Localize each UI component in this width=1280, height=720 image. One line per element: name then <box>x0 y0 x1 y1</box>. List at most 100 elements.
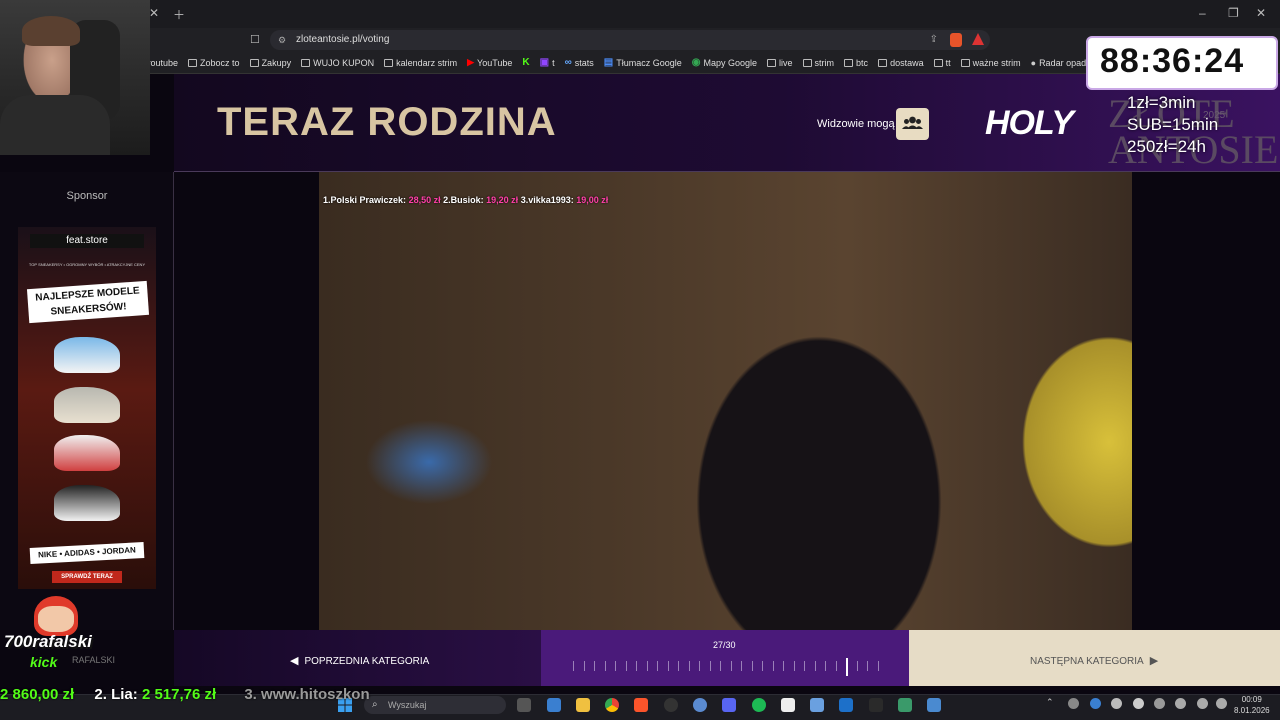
bookmark-item[interactable]: kalendarz strim <box>384 58 457 68</box>
site-settings-icon[interactable]: ⚙ <box>278 30 286 50</box>
folder-icon <box>802 58 812 67</box>
bookmark-item[interactable]: youtube <box>146 58 178 68</box>
rate-line: 250zł=24h <box>1127 137 1206 156</box>
bookmark-item[interactable]: ważne strim <box>960 58 1021 68</box>
url-field[interactable]: ⚙ zloteantosie.pl/voting ⇪ <box>270 30 990 50</box>
bookmark-item[interactable]: ● Radar opad <box>1031 58 1086 68</box>
sneaker-image <box>54 435 120 471</box>
previous-category-label: ◀ POPRZEDNIA KATEGORIA <box>290 655 430 667</box>
rate-line: SUB=15min <box>1127 115 1219 134</box>
bookmark-icon[interactable]: ☐ <box>250 33 260 46</box>
tray-app-icon[interactable] <box>1111 698 1122 709</box>
arrow-right-icon: ▶ <box>1149 655 1159 667</box>
bookmark-item[interactable]: ▣ t <box>540 57 555 68</box>
bookmark-item[interactable]: tt <box>933 58 951 68</box>
progress-tick <box>815 661 816 671</box>
microphone-icon[interactable] <box>1175 698 1186 709</box>
speaker-icon[interactable] <box>1197 698 1208 709</box>
kick-icon: K <box>522 57 530 68</box>
progress-tick <box>720 661 721 671</box>
taskbar-clock[interactable]: 00:09 8.01.2026 <box>1234 694 1270 716</box>
bookmark-item[interactable]: live <box>767 58 793 68</box>
app-icon[interactable] <box>693 698 707 712</box>
bookmark-item[interactable]: strim <box>802 58 834 68</box>
task-view-icon[interactable] <box>517 698 531 712</box>
sponsor-ad-banner[interactable]: feat.store TOP SNEAKERSY • OGROMNY WYBÓR… <box>18 227 156 589</box>
progress-tick <box>783 661 784 671</box>
progress-tick <box>657 661 658 671</box>
bluetooth-icon[interactable] <box>1090 698 1101 709</box>
progress-tick <box>878 661 879 671</box>
battery-icon[interactable] <box>1216 698 1227 709</box>
folder-icon <box>878 58 888 67</box>
sponsor-label: Sponsor <box>66 190 108 202</box>
bookmark-item[interactable]: ▤ Tłumacz Google <box>604 57 682 68</box>
calculator-icon[interactable] <box>810 698 824 712</box>
new-tab-icon[interactable]: ＋ <box>173 6 185 23</box>
bookmark-item[interactable]: Zobocz to <box>188 58 240 68</box>
donor-amount: 19,20 zł <box>486 195 519 205</box>
progress-tick <box>615 661 616 671</box>
brave-rewards-icon[interactable] <box>972 33 984 45</box>
ad-cta-button[interactable]: SPRAWDŹ TERAZ <box>52 571 122 583</box>
discord-icon[interactable] <box>722 698 736 712</box>
bookmark-item[interactable]: WUJO KUPON <box>301 58 374 68</box>
app-icon[interactable] <box>869 698 883 712</box>
progress-tick <box>794 661 795 671</box>
donor-amount: 19,00 zł <box>576 195 609 205</box>
youtube-icon: ▶ <box>467 57 475 67</box>
sneaker-image <box>54 485 120 521</box>
share-icon[interactable]: ⇪ <box>930 30 938 50</box>
twitch-icon: ▣ <box>539 57 550 68</box>
maximize-icon[interactable]: ❐ <box>1228 6 1239 20</box>
bookmark-item[interactable]: K <box>522 57 529 68</box>
viewers-vote-button[interactable] <box>896 108 929 140</box>
progress-tick <box>857 661 858 671</box>
ticker-rank: 2. Lia: <box>94 686 138 703</box>
obs-icon[interactable] <box>664 698 678 712</box>
tray-app-icon[interactable] <box>1133 698 1144 709</box>
ticker-amount: 2 517,76 zł <box>141 686 217 703</box>
bookmark-item[interactable]: btc <box>844 58 868 68</box>
minimize-icon[interactable]: – <box>1199 6 1206 20</box>
close-window-icon[interactable]: ✕ <box>1256 6 1266 20</box>
brave-browser-icon[interactable] <box>634 698 648 712</box>
spotify-icon[interactable] <box>752 698 766 712</box>
progress-tick <box>836 661 837 671</box>
bookmark-item[interactable]: ◉ Mapy Google <box>692 57 757 68</box>
progress-tick <box>636 661 637 671</box>
arrow-left-icon: ◀ <box>290 655 299 667</box>
network-icon[interactable] <box>1154 698 1165 709</box>
app-icon[interactable] <box>839 698 853 712</box>
browser-tab-bar: ✕ ＋ – ❐ ✕ <box>0 0 1280 28</box>
stream-video[interactable] <box>319 172 1132 630</box>
game-controller-icon[interactable] <box>781 698 795 712</box>
progress-tick <box>867 661 868 671</box>
progress-current-marker <box>846 658 848 676</box>
close-tab-icon[interactable]: ✕ <box>149 6 159 20</box>
progress-tick <box>668 661 669 671</box>
ad-tagline: TOP SNEAKERSY • OGROMNY WYBÓR • ATRAKCYJ… <box>28 262 146 267</box>
chrome-icon[interactable] <box>605 698 619 712</box>
show-hidden-icons[interactable]: ⌃ <box>1046 697 1054 708</box>
bookmark-item[interactable]: Zakupy <box>249 58 291 68</box>
app-icon[interactable] <box>927 698 941 712</box>
folder-icon <box>301 58 311 67</box>
folder-icon <box>249 58 259 67</box>
folder-icon <box>384 58 394 67</box>
bookmark-item[interactable]: dostawa <box>878 58 924 68</box>
progress-tick <box>804 661 805 671</box>
bookmark-item[interactable]: ▶ YouTube <box>467 57 512 68</box>
brave-shield-icon[interactable] <box>950 33 962 47</box>
category-title: TERAZ RODZINA <box>217 100 557 144</box>
progress-tick <box>689 661 690 671</box>
progress-tick <box>710 661 711 671</box>
pen-icon[interactable] <box>1068 698 1079 709</box>
bookmark-item[interactable]: ∞ stats <box>565 57 594 68</box>
streamer-webcam <box>0 0 150 155</box>
file-explorer-icon[interactable] <box>576 698 590 712</box>
top-donors: 1.Polski Prawiczek: 28,50 zł 2.Busiok: 1… <box>323 195 608 205</box>
notes-icon[interactable] <box>898 698 912 712</box>
photos-app-icon[interactable] <box>547 698 561 712</box>
folder-icon <box>960 58 970 67</box>
